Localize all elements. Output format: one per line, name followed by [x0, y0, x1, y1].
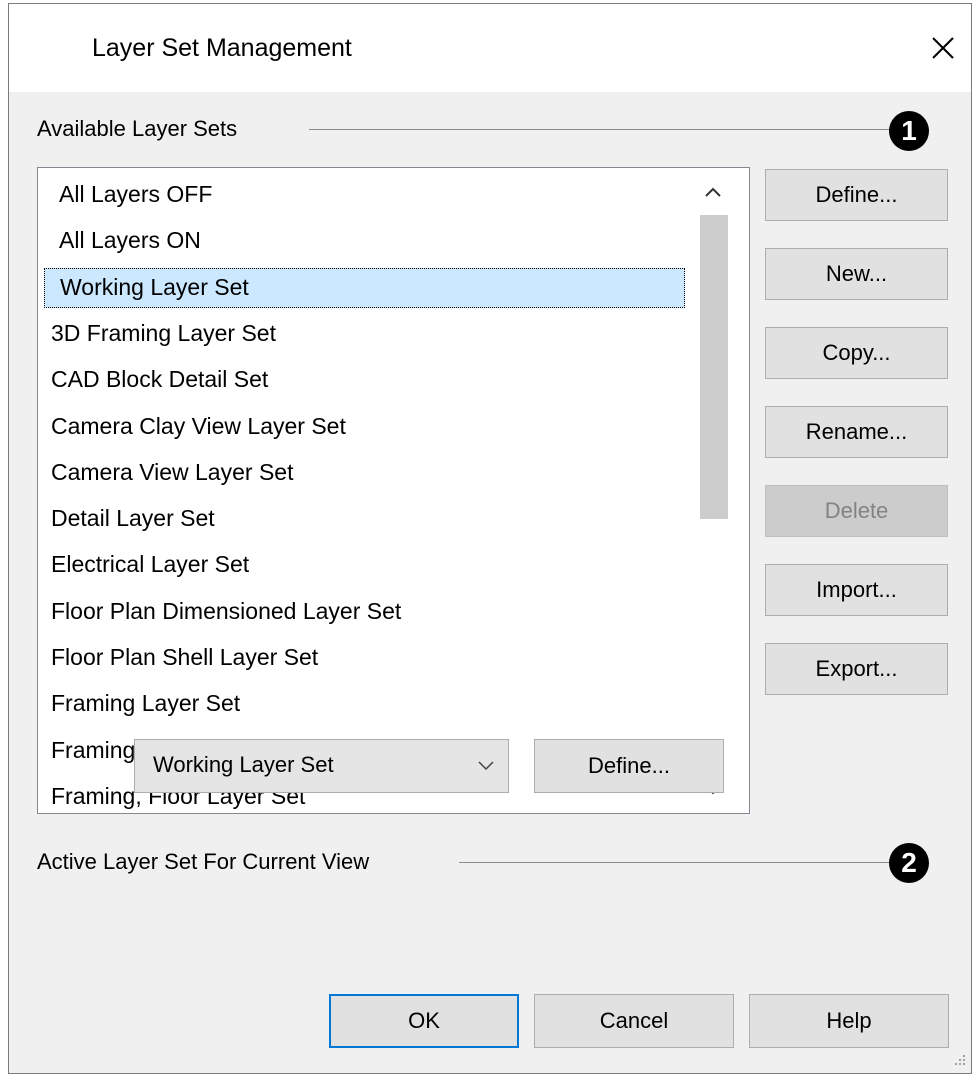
callout-2-badge: 2 [889, 843, 929, 883]
list-item[interactable]: Floor Plan Dimensioned Layer Set [44, 592, 685, 632]
active-layer-set-value: Working Layer Set [153, 752, 334, 777]
active-group-divider [459, 862, 891, 863]
list-item[interactable]: 3D Framing Layer Set [44, 314, 685, 354]
export-button[interactable]: Export... [765, 643, 948, 695]
new-button[interactable]: New... [765, 248, 948, 300]
ok-button[interactable]: OK [329, 994, 519, 1048]
list-item[interactable]: All Layers OFF [44, 175, 685, 215]
resize-grip-icon[interactable] [949, 1049, 967, 1067]
list-item[interactable]: Floor Plan Shell Layer Set [44, 638, 685, 678]
list-item[interactable]: All Layers ON [44, 221, 685, 261]
chevron-up-icon [705, 187, 721, 197]
list-item[interactable]: Working Layer Set [44, 267, 685, 308]
title-bar: Layer Set Management [9, 4, 971, 92]
vertical-scrollbar[interactable] [696, 169, 730, 812]
active-layer-set-label: Active Layer Set For Current View [37, 849, 374, 875]
dialog-title: Layer Set Management [92, 34, 352, 62]
layer-sets-listbox[interactable]: All Layers OFF All Layers ON Working Layer… [37, 167, 750, 814]
help-button[interactable]: Help [749, 994, 949, 1048]
list-item[interactable]: Electrical Layer Set [44, 545, 685, 585]
layer-set-management-dialog: Layer Set Management Available Layer Set… [8, 3, 972, 1074]
delete-button: Delete [765, 485, 948, 537]
copy-button[interactable]: Copy... [765, 327, 948, 379]
define-button[interactable]: Define... [765, 169, 948, 221]
cancel-button[interactable]: Cancel [534, 994, 734, 1048]
available-group-divider [309, 129, 889, 130]
close-icon [932, 37, 954, 59]
available-layer-sets-label: Available Layer Sets [37, 116, 242, 142]
define-active-button[interactable]: Define... [534, 739, 724, 793]
chevron-down-icon [478, 761, 494, 771]
list-item[interactable]: Detail Layer Set [44, 499, 685, 539]
list-item[interactable]: CAD Block Detail Set [44, 360, 685, 400]
scroll-thumb[interactable] [700, 215, 728, 519]
active-layer-set-dropdown[interactable]: Working Layer Set [134, 739, 509, 793]
close-button[interactable] [921, 26, 965, 70]
scroll-up-button[interactable] [696, 175, 730, 209]
callout-1-badge: 1 [889, 111, 929, 151]
list-item[interactable]: Framing Layer Set [44, 684, 685, 724]
rename-button[interactable]: Rename... [765, 406, 948, 458]
list-item[interactable]: Camera Clay View Layer Set [44, 407, 685, 447]
import-button[interactable]: Import... [765, 564, 948, 616]
list-item[interactable]: Camera View Layer Set [44, 453, 685, 493]
